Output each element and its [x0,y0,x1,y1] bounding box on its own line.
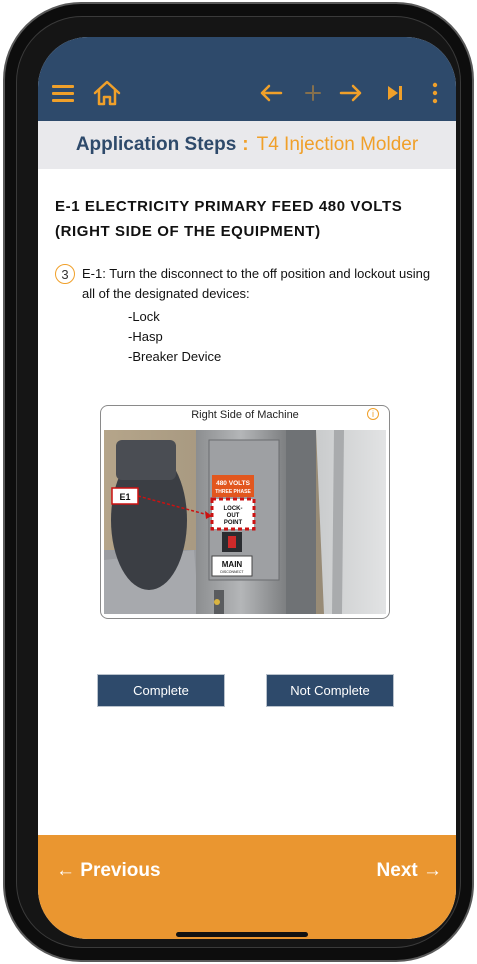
app-screen: Application Steps : T4 Injection Molder … [38,37,456,939]
sign-voltage: 480 VOLTS [216,480,251,487]
home-icon[interactable] [91,79,123,107]
hamburger-icon[interactable] [52,79,76,107]
not-complete-button[interactable]: Not Complete [266,674,394,707]
complete-button[interactable]: Complete [97,674,225,707]
step-instruction: E-1: Turn the disconnect to the off posi… [82,266,431,301]
sign-phase: THREE PHASE [215,489,251,495]
device-item: -Breaker Device [128,349,222,364]
svg-text:OUT: OUT [227,513,240,519]
step-number-badge: 3 [55,264,75,284]
equipment-photo: 480 VOLTS THREE PHASE LOCK- OUT POINT MA… [104,430,386,614]
sign-main: MAIN [222,560,243,569]
device-list: -Lock -Hasp -Breaker Device [128,307,221,367]
svg-text:LOCK-: LOCK- [224,506,243,512]
svg-text:POINT: POINT [224,520,243,526]
device-item: -Lock [128,309,160,324]
home-indicator[interactable] [176,932,308,937]
equipment-name: T4 Injection Molder [256,134,419,155]
photo-tag-e1: E1 [119,492,130,502]
application-steps-header: Application Steps : T4 Injection Molder [38,121,456,169]
application-steps-label: Application Steps [75,134,237,155]
bottom-navigation: ← Previous Next → [38,835,456,939]
photo-caption: Right Side of Machine [191,409,299,421]
equipment-photo-card[interactable]: Right Side of Machine i 480 VOLTS THREE … [100,405,390,619]
info-icon[interactable]: i [367,408,379,420]
next-button[interactable]: Next → [377,860,442,882]
more-vertical-icon[interactable] [428,79,442,107]
sign-main-sub: DISCONNECT [220,570,244,574]
step-title: E-1 ELECTRICITY PRIMARY FEED 480 VOLTS (… [55,198,403,240]
arrow-left-icon[interactable] [258,79,284,107]
header-separator: : [242,134,249,155]
previous-button[interactable]: ← Previous [56,860,161,882]
arrow-right-icon[interactable] [338,79,364,107]
plus-icon[interactable] [302,79,324,107]
top-toolbar [38,37,456,121]
device-item: -Hasp [128,329,163,344]
skip-end-icon[interactable] [384,79,406,107]
